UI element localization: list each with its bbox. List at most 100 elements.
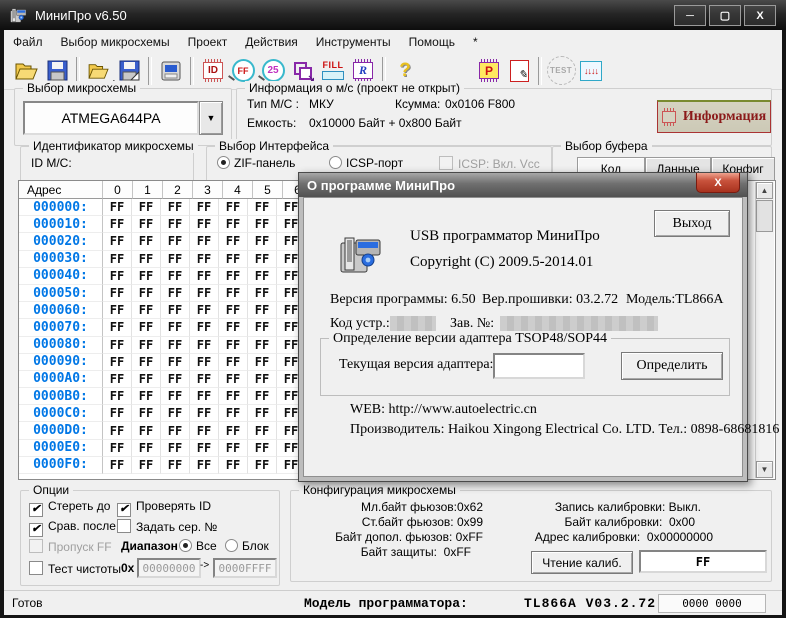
hex-cell[interactable]: FF (161, 233, 190, 250)
hex-cell[interactable]: FF (132, 371, 161, 388)
dialog-exit-button[interactable]: Выход (654, 210, 730, 237)
hex-cell[interactable]: FF (219, 457, 248, 474)
scroll-up-icon[interactable]: ▲ (756, 182, 773, 199)
menu-item-5[interactable]: Инструменты (307, 33, 400, 51)
hex-cell[interactable]: FF (132, 354, 161, 371)
hex-cell[interactable]: FF (248, 440, 277, 457)
verify-checkbox[interactable]: ✔Срав. после (29, 519, 116, 537)
hex-cell[interactable]: FF (103, 285, 132, 302)
hex-cell[interactable]: FF (219, 302, 248, 319)
hex-cell[interactable]: FF (132, 337, 161, 354)
hex-cell[interactable]: FF (190, 285, 219, 302)
menu-item-7[interactable]: * (464, 33, 487, 51)
toolbar-edit-buffer-icon[interactable]: ✎ (504, 56, 534, 86)
hex-cell[interactable]: FF (248, 388, 277, 405)
hex-cell[interactable]: FF (132, 405, 161, 422)
hex-cell[interactable]: FF (190, 371, 219, 388)
toolbar-chip-pins-icon[interactable]: ↓↓↓↓ (576, 56, 606, 86)
hex-cell[interactable]: FF (219, 285, 248, 302)
close-button[interactable]: X (744, 5, 776, 26)
hex-cell[interactable]: FF (161, 319, 190, 336)
hex-cell[interactable]: FF (190, 405, 219, 422)
hex-cell[interactable]: FF (161, 251, 190, 268)
hex-cell[interactable]: FF (103, 440, 132, 457)
menu-item-1[interactable]: Файл (4, 33, 52, 51)
hex-cell[interactable]: FF (190, 354, 219, 371)
hex-cell[interactable]: FF (103, 371, 132, 388)
hex-cell[interactable]: FF (161, 457, 190, 474)
hex-cell[interactable]: FF (161, 371, 190, 388)
scroll-thumb[interactable] (756, 200, 773, 232)
hex-cell[interactable]: FF (248, 302, 277, 319)
hex-cell[interactable]: FF (190, 251, 219, 268)
hex-cell[interactable]: FF (103, 354, 132, 371)
hex-cell[interactable]: FF (248, 251, 277, 268)
hex-cell[interactable]: FF (161, 354, 190, 371)
hex-cell[interactable]: FF (103, 216, 132, 233)
menu-item-3[interactable]: Проект (179, 33, 237, 51)
hex-cell[interactable]: FF (219, 405, 248, 422)
hex-cell[interactable]: FF (132, 233, 161, 250)
toolbar-chip-id-icon[interactable]: ID (198, 56, 228, 86)
hex-cell[interactable]: FF (219, 371, 248, 388)
chip-select-combo[interactable]: ATMEGA644PA (23, 101, 199, 135)
hex-cell[interactable]: FF (103, 405, 132, 422)
hex-cell[interactable]: FF (219, 251, 248, 268)
hex-cell[interactable]: FF (190, 268, 219, 285)
dialog-close-button[interactable]: X (696, 173, 740, 193)
hex-cell[interactable]: FF (103, 457, 132, 474)
toolbar-chip-program-icon[interactable]: P (474, 56, 504, 86)
hex-cell[interactable]: FF (132, 388, 161, 405)
blank-check-checkbox[interactable]: Тест чистоты (29, 561, 121, 576)
icsp-radio[interactable]: ICSP-порт (329, 156, 403, 170)
hex-cell[interactable]: FF (132, 285, 161, 302)
menu-item-2[interactable]: Выбор микросхемы (52, 33, 179, 51)
hex-cell[interactable]: FF (190, 388, 219, 405)
hex-cell[interactable]: FF (132, 319, 161, 336)
hex-cell[interactable]: FF (190, 233, 219, 250)
hex-cell[interactable]: FF (219, 233, 248, 250)
hex-cell[interactable]: FF (190, 440, 219, 457)
hex-cell[interactable]: FF (132, 302, 161, 319)
hex-cell[interactable]: FF (219, 216, 248, 233)
hex-cell[interactable]: FF (248, 199, 277, 216)
hex-cell[interactable]: FF (190, 302, 219, 319)
hex-cell[interactable]: FF (248, 319, 277, 336)
hex-cell[interactable]: FF (161, 216, 190, 233)
hex-cell[interactable]: FF (132, 216, 161, 233)
serial-checkbox[interactable]: Задать сер. № (117, 519, 217, 534)
hex-cell[interactable]: FF (219, 337, 248, 354)
scroll-down-icon[interactable]: ▼ (756, 461, 773, 478)
hex-cell[interactable]: FF (103, 268, 132, 285)
hex-cell[interactable]: FF (190, 337, 219, 354)
read-calibration-button[interactable]: Чтение калиб. (531, 551, 633, 574)
hex-cell[interactable]: FF (248, 233, 277, 250)
hex-cell[interactable]: FF (161, 268, 190, 285)
range-all-radio[interactable]: Все (179, 539, 217, 553)
hex-cell[interactable]: FF (132, 457, 161, 474)
hex-cell[interactable]: FF (190, 422, 219, 439)
hex-cell[interactable]: FF (248, 337, 277, 354)
maximize-button[interactable]: ▢ (709, 5, 741, 26)
check-id-checkbox[interactable]: ✔Проверять ID (117, 499, 211, 517)
info-button[interactable]: Информация (657, 100, 771, 133)
hex-cell[interactable]: FF (248, 216, 277, 233)
detect-button[interactable]: Определить (621, 352, 723, 380)
hex-cell[interactable]: FF (248, 457, 277, 474)
hex-cell[interactable]: FF (190, 319, 219, 336)
hex-cell[interactable]: FF (103, 337, 132, 354)
hex-cell[interactable]: FF (132, 251, 161, 268)
adapter-version-input[interactable] (493, 353, 585, 379)
menu-item-4[interactable]: Действия (236, 33, 307, 51)
hex-cell[interactable]: FF (161, 440, 190, 457)
hex-cell[interactable]: FF (248, 371, 277, 388)
hex-cell[interactable]: FF (132, 440, 161, 457)
hex-cell[interactable]: FF (103, 302, 132, 319)
hex-cell[interactable]: FF (219, 440, 248, 457)
hex-cell[interactable]: FF (103, 319, 132, 336)
hex-cell[interactable]: FF (161, 337, 190, 354)
hex-cell[interactable]: FF (161, 405, 190, 422)
hex-cell[interactable]: FF (161, 388, 190, 405)
hex-cell[interactable]: FF (190, 457, 219, 474)
zif-radio[interactable]: ZIF-панель (217, 156, 295, 170)
